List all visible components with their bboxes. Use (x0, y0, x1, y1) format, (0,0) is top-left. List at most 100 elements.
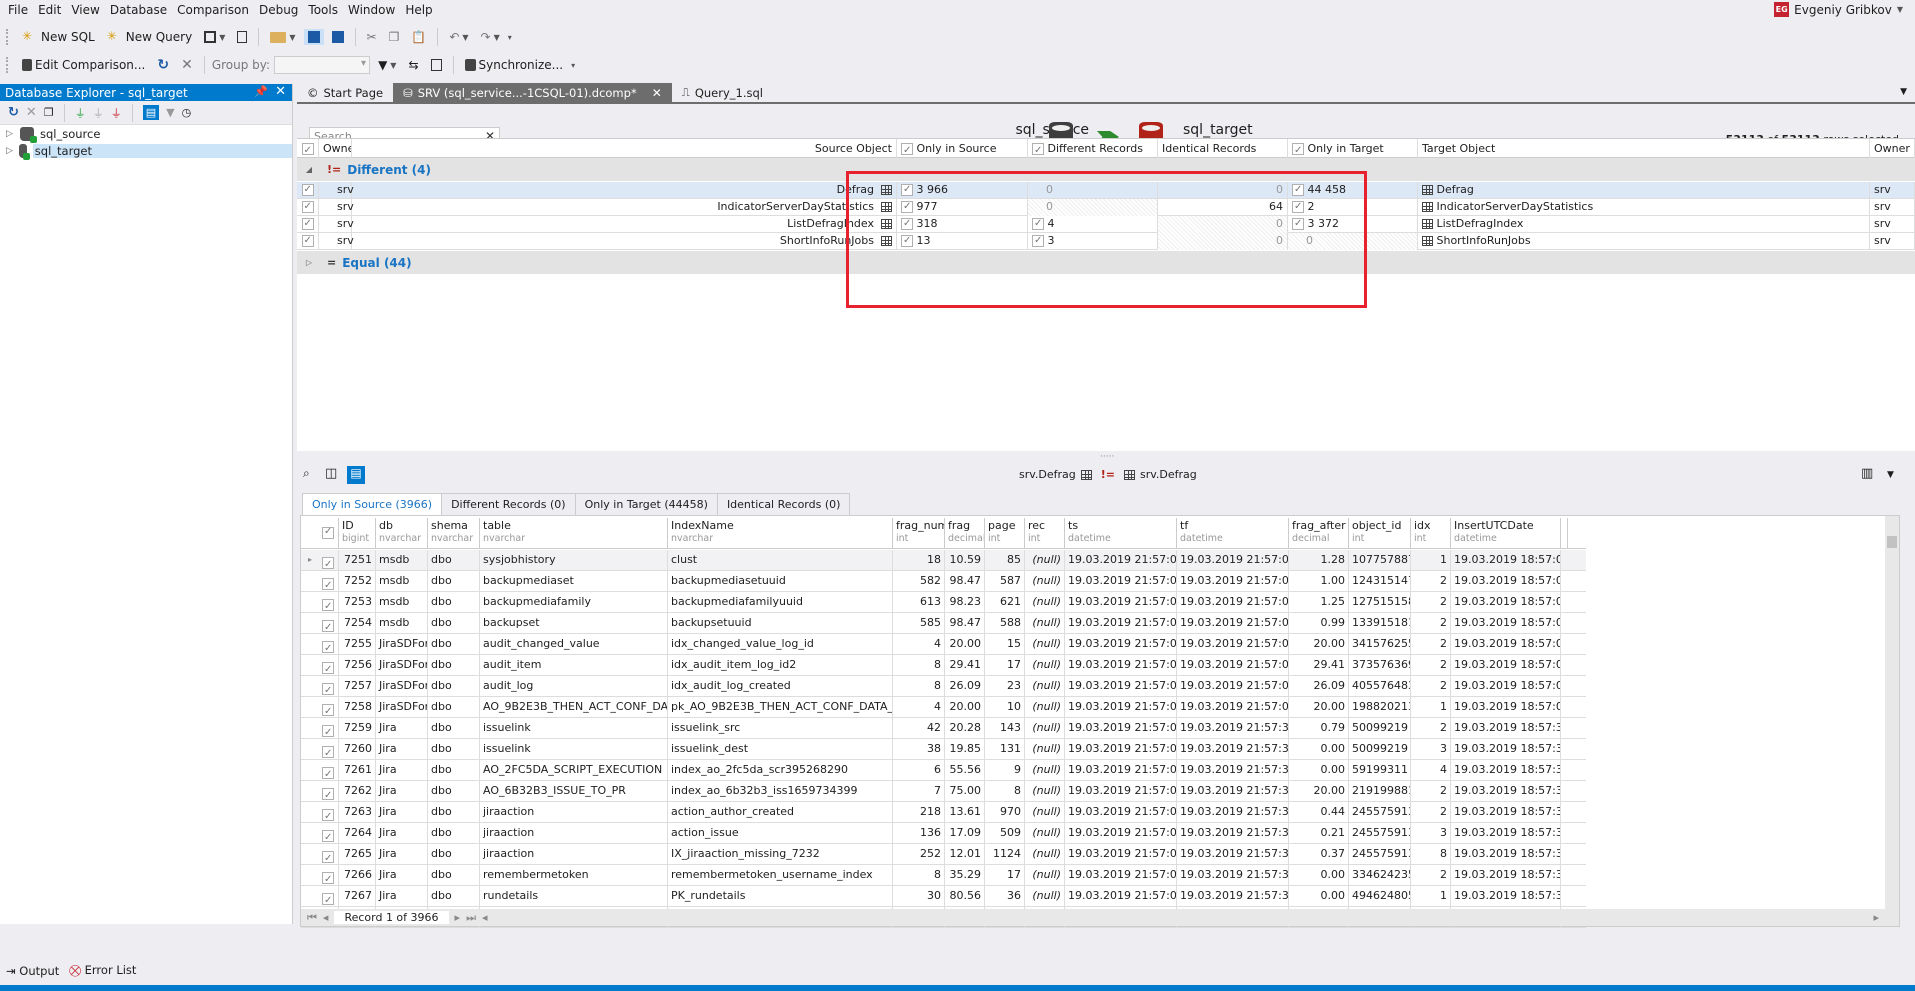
only-in-source-cell[interactable]: 13 (897, 233, 1028, 250)
tab-only-in-target[interactable]: Only in Target (44458) (574, 493, 718, 515)
close-tab-icon[interactable]: ✕ (652, 86, 662, 100)
tab-query[interactable]: ⎍ Query_1.sql (672, 83, 773, 102)
menu-help[interactable]: Help (401, 3, 438, 17)
toolbar-overflow-icon[interactable]: ▾ (508, 33, 512, 42)
col-shema[interactable]: shema nvarchar (428, 518, 480, 549)
chevron-down-icon[interactable]: ▼ (1887, 470, 1905, 488)
only-in-source-checkbox[interactable] (901, 233, 913, 249)
col-idx[interactable]: idx int (1411, 518, 1451, 549)
record-row[interactable]: 7258JiraSDFortisdboAO_9B2E3B_THEN_ACT_CO… (301, 697, 1586, 718)
row-checkbox[interactable] (319, 865, 339, 886)
different-records-cell[interactable]: 0 (1028, 199, 1158, 216)
expand-icon[interactable]: ▷ (6, 146, 13, 156)
col-source-object[interactable]: Source Object (352, 139, 897, 158)
row-checkbox[interactable] (319, 571, 339, 592)
row-checkbox[interactable] (319, 613, 339, 634)
scrollbar-thumb[interactable] (1887, 536, 1897, 548)
record-row[interactable]: 7255JiraSDFortisdboaudit_changed_valueid… (301, 634, 1586, 655)
tab-comparison[interactable]: ⛁ SRV (sql_service...-1CSQL-01).dcomp* ✕ (393, 83, 672, 102)
only-in-source-checkbox[interactable] (901, 141, 913, 158)
new-query-button[interactable]: ✳ New Query (103, 27, 196, 47)
select-all-checkbox[interactable] (319, 518, 339, 549)
row-checkbox[interactable] (319, 718, 339, 739)
filter-button[interactable]: ▼ ▼ (374, 56, 400, 74)
record-row[interactable]: 7256JiraSDFortisdboaudit_itemidx_audit_i… (301, 655, 1586, 676)
identical-records-cell[interactable]: 0 (1158, 182, 1288, 199)
select-all-checkbox[interactable] (297, 139, 319, 158)
record-row[interactable]: 7252msdbdbobackupmediasetbackupmediasetu… (301, 571, 1586, 592)
record-row[interactable]: 7261JiradboAO_2FC5DA_SCRIPT_EXECUTIONind… (301, 760, 1586, 781)
only-in-source-cell[interactable]: 318 (897, 216, 1028, 233)
redo-button[interactable]: ↷ ▼ (477, 28, 504, 46)
find-icon[interactable]: ⌕ (303, 466, 321, 484)
col-rec[interactable]: rec int (1025, 518, 1065, 549)
menu-window[interactable]: Window (344, 3, 401, 17)
record-row[interactable]: 7262JiradboAO_6B32B3_ISSUE_TO_PRindex_ao… (301, 781, 1586, 802)
identical-records-cell[interactable]: 0 (1158, 216, 1288, 233)
disconnect-icon[interactable]: ⏚ (111, 105, 122, 121)
comparison-row[interactable]: srv IndicatorServerDayStatistics 977 0 6… (297, 199, 1915, 216)
col-indexname[interactable]: IndexName nvarchar (668, 518, 893, 549)
only-in-target-checkbox[interactable] (1292, 216, 1304, 232)
only-in-source-checkbox[interactable] (901, 182, 913, 198)
comparison-row[interactable]: srv ShortInfoRunJobs 13 3 0 0 ShortInfoR… (297, 233, 1915, 250)
row-checkbox[interactable] (297, 233, 319, 250)
only-in-source-cell[interactable]: 3 966 (897, 182, 1028, 199)
cancel-button[interactable]: ✕ (177, 55, 197, 75)
collapse-all-icon[interactable]: ❐ (44, 106, 54, 119)
record-row[interactable]: 7266Jiradboremembermetokenremembermetoke… (301, 865, 1586, 886)
new-sql-button[interactable]: ✳ New SQL (18, 27, 99, 47)
tab-identical-records[interactable]: Identical Records (0) (716, 493, 851, 515)
record-row[interactable]: 7263Jiradbojiraactionaction_author_creat… (301, 802, 1586, 823)
row-checkbox[interactable] (297, 216, 319, 233)
only-in-source-checkbox[interactable] (901, 216, 913, 232)
splitter-handle[interactable]: ····· (1100, 452, 1114, 462)
col-different-records[interactable]: Different Records (1028, 139, 1158, 158)
new-file-button[interactable] (233, 29, 251, 45)
col-owner-target[interactable]: Owner (1870, 139, 1915, 158)
row-checkbox[interactable] (319, 844, 339, 865)
schedule-icon[interactable]: ◷ (182, 106, 192, 119)
col-identical-records[interactable]: Identical Records (1158, 139, 1288, 158)
record-row[interactable]: 7259Jiradboissuelinkissuelink_src4220.28… (301, 718, 1586, 739)
refresh-icon[interactable]: ↻ (8, 105, 19, 120)
different-records-checkbox[interactable] (1032, 216, 1044, 232)
comparison-row[interactable]: srv Defrag 3 966 0 0 44 458 Defrag srv (297, 182, 1915, 199)
row-checkbox[interactable] (319, 550, 339, 571)
col-db[interactable]: db nvarchar (376, 518, 428, 549)
col-target-object[interactable]: Target Object (1418, 139, 1870, 158)
different-records-cell[interactable]: 3 (1028, 233, 1158, 250)
record-row[interactable]: 7254msdbdbobackupsetbackupsetuuid58598.4… (301, 613, 1586, 634)
col-frag_num[interactable]: frag_num int (893, 518, 945, 549)
column-chooser-icon[interactable]: ▥ (1861, 466, 1879, 484)
synchronize-button[interactable]: Synchronize... (461, 56, 568, 74)
only-in-target-checkbox[interactable] (1292, 182, 1304, 198)
save-all-button[interactable] (328, 29, 348, 45)
row-checkbox[interactable] (319, 886, 339, 907)
report-button[interactable] (427, 57, 446, 73)
tab-only-in-source[interactable]: Only in Source (3966) (302, 493, 443, 515)
group-by-select[interactable] (274, 56, 371, 74)
close-icon[interactable]: ✕ (275, 84, 286, 99)
menu-database[interactable]: Database (106, 3, 173, 17)
split-view-icon[interactable]: ◫ (325, 466, 343, 484)
row-checkbox[interactable] (319, 781, 339, 802)
record-row[interactable]: 7257JiraSDFortisdboaudit_logidx_audit_lo… (301, 676, 1586, 697)
paste-button[interactable]: 📋 (407, 28, 430, 46)
tree-item-sql-source[interactable]: ▷ sql_source (0, 125, 292, 143)
menu-comparison[interactable]: Comparison (173, 3, 255, 17)
swap-button[interactable]: ⇆ (404, 56, 422, 74)
identical-records-cell[interactable]: 64 (1158, 199, 1288, 216)
toolbar-grip[interactable] (6, 57, 10, 73)
menu-edit[interactable]: Edit (34, 3, 67, 17)
group-equal[interactable]: ▷ = Equal (44) (297, 251, 1915, 275)
menu-debug[interactable]: Debug (255, 3, 304, 17)
col-table[interactable]: table nvarchar (480, 518, 668, 549)
only-in-target-checkbox[interactable] (1292, 199, 1304, 215)
group-different[interactable]: ◢ != Different (4) (297, 158, 1915, 182)
copy-button[interactable]: ❐ (385, 28, 404, 46)
filter-icon[interactable]: ▼ (166, 106, 174, 119)
only-in-source-checkbox[interactable] (901, 199, 913, 215)
delete-icon[interactable]: ✕ (26, 105, 37, 120)
row-checkbox[interactable] (319, 823, 339, 844)
